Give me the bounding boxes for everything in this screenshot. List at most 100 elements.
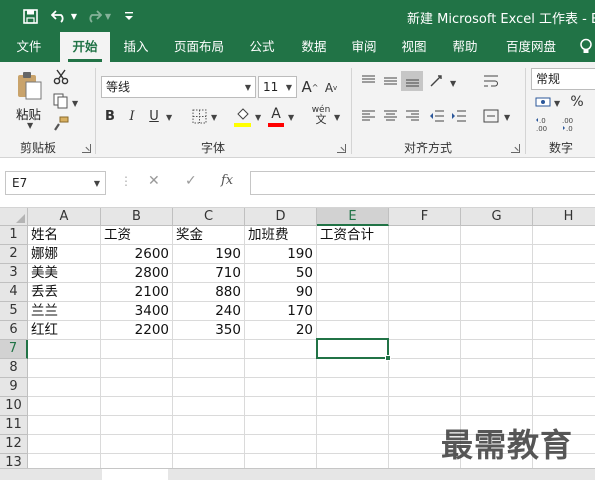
cell-d8[interactable] bbox=[245, 359, 317, 378]
save-icon[interactable] bbox=[20, 6, 40, 26]
phonetic-dropdown-icon[interactable]: ▼ bbox=[334, 113, 340, 122]
font-name-select[interactable]: 等线 ▼ bbox=[101, 76, 256, 98]
cell-g8[interactable] bbox=[461, 359, 533, 378]
tab-review[interactable]: 审阅 bbox=[340, 32, 388, 62]
increase-font-size-icon[interactable]: A ^ bbox=[301, 76, 319, 98]
cell-e1[interactable]: 工资合计 bbox=[317, 226, 389, 245]
font-color-dropdown-icon[interactable]: ▼ bbox=[288, 113, 294, 122]
undo-dropdown-icon[interactable]: ▼ bbox=[70, 6, 78, 26]
cell-h2[interactable] bbox=[533, 245, 595, 264]
row-header-4[interactable]: 4 bbox=[0, 283, 28, 302]
cell-h6[interactable] bbox=[533, 321, 595, 340]
underline-dropdown-icon[interactable]: ▼ bbox=[166, 113, 172, 122]
decrease-decimal-icon[interactable]: .00.0 bbox=[560, 115, 578, 133]
cell-d2[interactable]: 190 bbox=[245, 245, 317, 264]
cell-g5[interactable] bbox=[461, 302, 533, 321]
sheet-tab-active[interactable] bbox=[102, 469, 168, 480]
cell-b6[interactable]: 2200 bbox=[101, 321, 173, 340]
decrease-font-size-icon[interactable]: Av bbox=[322, 77, 340, 99]
cell-c5[interactable]: 240 bbox=[173, 302, 245, 321]
cell-f3[interactable] bbox=[389, 264, 461, 283]
tab-insert[interactable]: 插入 bbox=[112, 32, 160, 62]
cell-d5[interactable]: 170 bbox=[245, 302, 317, 321]
cell-b5[interactable]: 3400 bbox=[101, 302, 173, 321]
tab-home[interactable]: 开始 bbox=[60, 32, 110, 62]
accounting-format-icon[interactable] bbox=[534, 94, 552, 110]
active-cell-selection[interactable] bbox=[316, 338, 391, 361]
paste-icon[interactable] bbox=[14, 70, 44, 102]
phonetic-guide-icon[interactable]: wén 文 bbox=[310, 105, 332, 126]
underline-button[interactable]: U bbox=[146, 106, 162, 126]
formula-input[interactable] bbox=[250, 171, 595, 195]
cell-d9[interactable] bbox=[245, 378, 317, 397]
cell-a9[interactable] bbox=[28, 378, 101, 397]
cell-h9[interactable] bbox=[533, 378, 595, 397]
cell-c3[interactable]: 710 bbox=[173, 264, 245, 283]
row-header-3[interactable]: 3 bbox=[0, 264, 28, 283]
cancel-formula-icon[interactable]: ✕ bbox=[148, 173, 160, 189]
font-launcher-icon[interactable] bbox=[337, 144, 346, 153]
number-format-select[interactable]: 常规 bbox=[531, 68, 595, 90]
cell-g1[interactable] bbox=[461, 226, 533, 245]
fill-color-icon[interactable] bbox=[234, 105, 252, 123]
fill-color-dropdown-icon[interactable]: ▼ bbox=[255, 113, 261, 122]
cell-e2[interactable] bbox=[317, 245, 389, 264]
cell-h4[interactable] bbox=[533, 283, 595, 302]
increase-decimal-icon[interactable]: .0.00 bbox=[534, 115, 552, 133]
cell-d6[interactable]: 20 bbox=[245, 321, 317, 340]
cell-a6[interactable]: 红红 bbox=[28, 321, 101, 340]
borders-dropdown-icon[interactable]: ▼ bbox=[211, 113, 217, 122]
increase-indent-icon[interactable] bbox=[450, 108, 468, 124]
column-header-g[interactable]: G bbox=[461, 208, 533, 226]
cell-e12[interactable] bbox=[317, 435, 389, 454]
cell-h8[interactable] bbox=[533, 359, 595, 378]
cell-f6[interactable] bbox=[389, 321, 461, 340]
cell-f2[interactable] bbox=[389, 245, 461, 264]
cell-f10[interactable] bbox=[389, 397, 461, 416]
cut-icon[interactable] bbox=[52, 68, 70, 86]
merge-center-icon[interactable] bbox=[482, 107, 500, 125]
align-center-icon[interactable] bbox=[381, 108, 399, 124]
customize-qat-icon[interactable] bbox=[122, 6, 136, 26]
cell-d7[interactable] bbox=[245, 340, 317, 359]
cell-h10[interactable] bbox=[533, 397, 595, 416]
redo-dropdown-icon[interactable]: ▼ bbox=[104, 6, 112, 26]
tab-view[interactable]: 视图 bbox=[390, 32, 438, 62]
tab-page-layout[interactable]: 页面布局 bbox=[164, 32, 234, 62]
cell-c12[interactable] bbox=[173, 435, 245, 454]
cell-c2[interactable]: 190 bbox=[173, 245, 245, 264]
cell-h5[interactable] bbox=[533, 302, 595, 321]
column-header-h[interactable]: H bbox=[533, 208, 595, 226]
cell-c4[interactable]: 880 bbox=[173, 283, 245, 302]
cell-e4[interactable] bbox=[317, 283, 389, 302]
cell-b3[interactable]: 2800 bbox=[101, 264, 173, 283]
cell-b2[interactable]: 2600 bbox=[101, 245, 173, 264]
wrap-text-icon[interactable] bbox=[482, 72, 500, 90]
fill-handle[interactable] bbox=[385, 355, 391, 361]
cell-e3[interactable] bbox=[317, 264, 389, 283]
cell-c8[interactable] bbox=[173, 359, 245, 378]
cell-f4[interactable] bbox=[389, 283, 461, 302]
cell-a10[interactable] bbox=[28, 397, 101, 416]
row-header-10[interactable]: 10 bbox=[0, 397, 28, 416]
cell-d10[interactable] bbox=[245, 397, 317, 416]
cell-h3[interactable] bbox=[533, 264, 595, 283]
cell-e10[interactable] bbox=[317, 397, 389, 416]
cell-d4[interactable]: 90 bbox=[245, 283, 317, 302]
cell-b7[interactable] bbox=[101, 340, 173, 359]
cell-f1[interactable] bbox=[389, 226, 461, 245]
row-header-5[interactable]: 5 bbox=[0, 302, 28, 321]
cell-e8[interactable] bbox=[317, 359, 389, 378]
borders-icon[interactable] bbox=[190, 107, 208, 125]
cell-c10[interactable] bbox=[173, 397, 245, 416]
copy-icon[interactable] bbox=[52, 92, 70, 110]
cell-a12[interactable] bbox=[28, 435, 101, 454]
format-painter-icon[interactable] bbox=[52, 115, 70, 133]
italic-button[interactable]: I bbox=[124, 106, 140, 126]
tab-baidu-netdisk[interactable]: 百度网盘 bbox=[496, 32, 566, 62]
merge-dropdown-icon[interactable]: ▼ bbox=[504, 113, 510, 122]
top-align-icon[interactable] bbox=[359, 73, 377, 89]
cell-c6[interactable]: 350 bbox=[173, 321, 245, 340]
cell-b8[interactable] bbox=[101, 359, 173, 378]
row-header-7[interactable]: 7 bbox=[0, 340, 28, 359]
